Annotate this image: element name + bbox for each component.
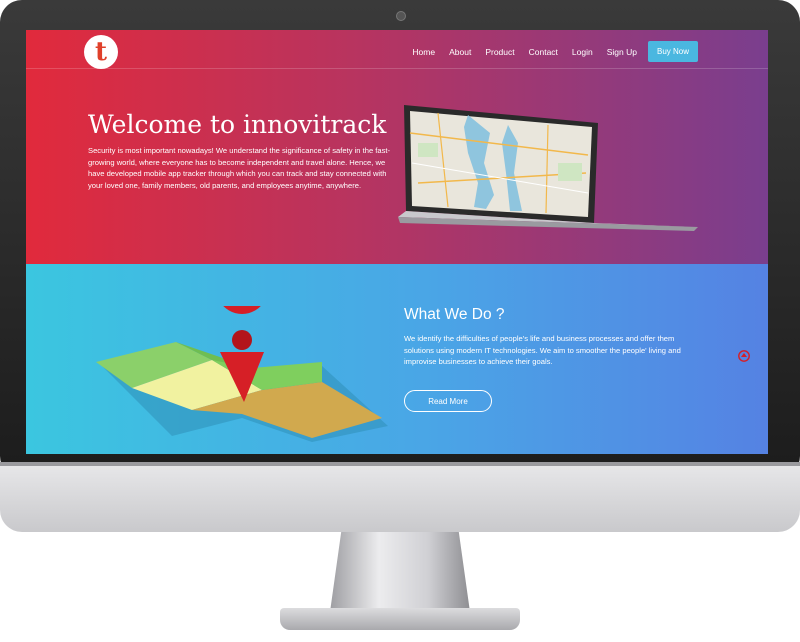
nav-signup[interactable]: Sign Up [600,43,644,61]
nav-links: Home About Product Contact Login Sign Up… [405,41,698,62]
webcam-icon [396,11,406,21]
nav-product[interactable]: Product [478,43,521,61]
map-pin-illustration [96,306,388,442]
nav-contact[interactable]: Contact [522,43,565,61]
nav-home[interactable]: Home [405,43,442,61]
logo-icon[interactable]: t [84,35,118,69]
nav-login[interactable]: Login [565,43,600,61]
monitor-chin [0,462,800,532]
section-text: We identify the difficulties of people's… [404,334,681,366]
nav-about[interactable]: About [442,43,478,61]
scroll-to-top-icon[interactable] [738,350,750,362]
laptop-map-image [398,105,698,231]
logo-letter: t [94,37,107,67]
website-screen: t Home About Product Contact Login Sign … [26,30,768,454]
top-navigation: t Home About Product Contact Login Sign … [26,35,768,69]
hero-text: Security is most important nowadays! We … [88,146,391,190]
read-more-button[interactable]: Read More [404,390,492,412]
monitor-chin-edge [0,462,800,466]
monitor-base [280,608,520,630]
nav-divider [26,68,768,69]
buy-now-button[interactable]: Buy Now [647,41,698,62]
hero-title: Welcome to innovitrack [88,110,387,139]
monitor-stand [330,532,470,612]
hero-section: t Home About Product Contact Login Sign … [26,30,768,264]
what-we-do-section: What We Do ? We identify the difficultie… [26,264,768,454]
section-title: What We Do ? [404,306,505,323]
